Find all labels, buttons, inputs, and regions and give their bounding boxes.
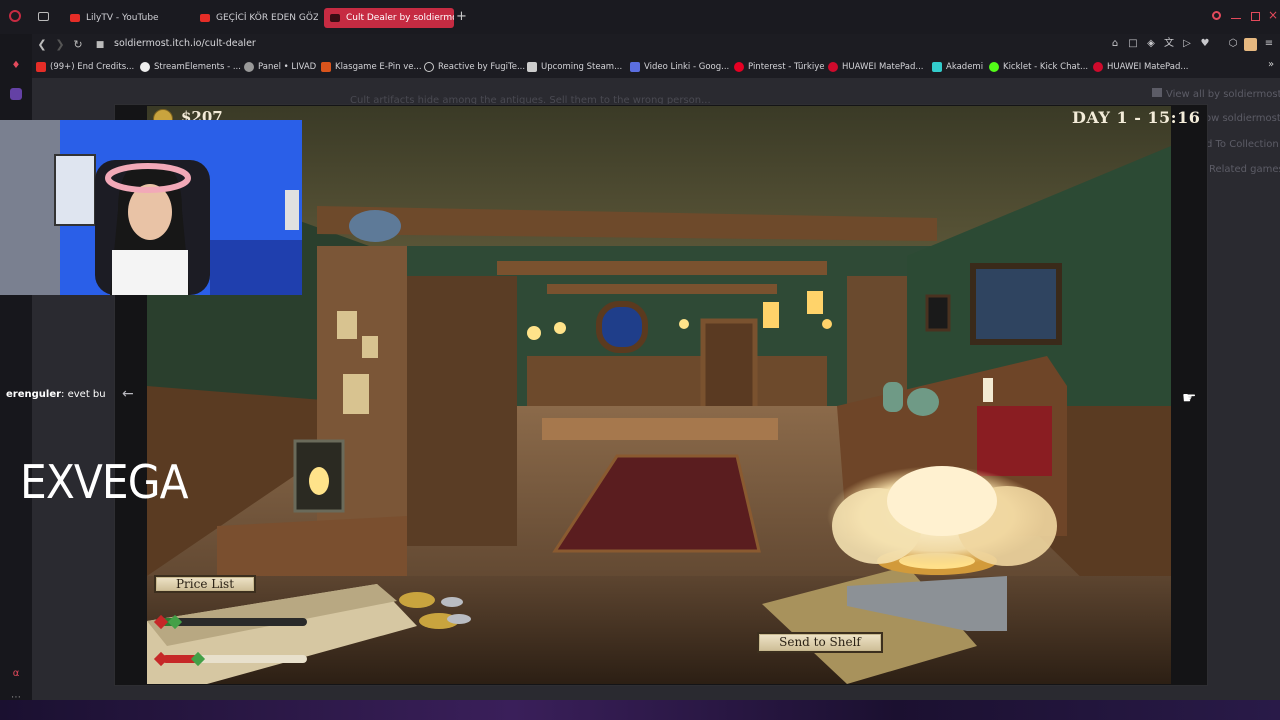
bookmark-reactive[interactable]: Reactive by FugiTe... bbox=[424, 59, 525, 75]
tab-youtube-video[interactable]: GEÇİCİ KÖR EDEN GÖZ DA bbox=[194, 8, 318, 28]
bookmark-pinterest[interactable]: Pinterest - Türkiye bbox=[734, 59, 824, 75]
huawei-icon bbox=[1093, 62, 1103, 72]
play-icon[interactable]: ▷ bbox=[1180, 37, 1194, 51]
bookmark-huawei-2[interactable]: HUAWEI MatePad... bbox=[1093, 59, 1189, 75]
bookmark-klasgame[interactable]: Klasgame E-Pin ve... bbox=[321, 59, 422, 75]
youtube-icon bbox=[70, 14, 80, 22]
bookmark-kicklet[interactable]: Kicklet - Kick Chat... bbox=[989, 59, 1088, 75]
youtube-icon bbox=[36, 62, 46, 72]
bookmark-end-credits[interactable]: (99+) End Credits... bbox=[36, 59, 134, 75]
url-field[interactable]: soldiermost.itch.io/cult-dealer bbox=[114, 38, 256, 49]
pinterest-icon bbox=[734, 62, 744, 72]
akademi-icon bbox=[932, 62, 942, 72]
follow-link[interactable]: ow soldiermost bbox=[1205, 113, 1280, 124]
bookmark-upcoming-steam[interactable]: Upcoming Steam... bbox=[527, 59, 622, 75]
twitch-icon[interactable] bbox=[10, 88, 22, 100]
forward-button[interactable]: ❯ bbox=[52, 37, 68, 53]
messenger-icon[interactable]: ♦ bbox=[8, 58, 24, 74]
kicklet-icon bbox=[989, 62, 999, 72]
opera-logo-icon[interactable] bbox=[9, 10, 21, 22]
tab-cult-dealer[interactable]: Cult Dealer by soldiermost bbox=[324, 8, 454, 28]
tab-youtube-lilytv[interactable]: LilyTV - YouTube bbox=[64, 8, 192, 28]
minimize-button[interactable] bbox=[1231, 18, 1241, 19]
bookmark-huawei-1[interactable]: HUAWEI MatePad... bbox=[828, 59, 924, 75]
menu-icon[interactable]: ≡ bbox=[1262, 37, 1276, 51]
new-tab-button[interactable]: + bbox=[456, 9, 467, 24]
lock-icon: ■ bbox=[95, 40, 105, 50]
snapshot-icon[interactable]: ⌂ bbox=[1108, 37, 1122, 51]
chat-message: erenguler: evet bu bbox=[6, 389, 106, 400]
shield-icon[interactable]: ◈ bbox=[1144, 37, 1158, 51]
bookmark-icon[interactable]: □ bbox=[1126, 37, 1140, 51]
price-list-button[interactable]: Price List bbox=[154, 575, 256, 593]
chat-text: : evet bu bbox=[61, 389, 106, 400]
heart-icon[interactable]: ♥ bbox=[1198, 37, 1212, 51]
steam-icon bbox=[527, 62, 537, 72]
streamelements-icon bbox=[140, 62, 150, 72]
translate-icon[interactable]: 文 bbox=[1162, 37, 1176, 51]
maximize-button[interactable] bbox=[1251, 12, 1260, 21]
klasgame-icon bbox=[321, 62, 331, 72]
docs-icon bbox=[630, 62, 640, 72]
more-sidebar-icon[interactable]: α bbox=[8, 666, 24, 682]
bookmark-streamelements[interactable]: StreamElements - ... bbox=[140, 59, 241, 75]
webcam-overlay bbox=[0, 120, 302, 295]
close-window-button[interactable]: × bbox=[1268, 8, 1278, 22]
view-all-link[interactable]: View all by soldiermost bbox=[1152, 88, 1280, 100]
mouse-cursor-icon: ☛ bbox=[1182, 388, 1197, 407]
chat-username: erenguler bbox=[6, 389, 62, 400]
exvega-logo: EXVEGA bbox=[20, 455, 189, 509]
day-time-display: DAY 1 - 15:16 bbox=[1072, 108, 1201, 127]
bookmarks-bar: (99+) End Credits... StreamElements - ..… bbox=[32, 56, 1280, 79]
bottom-ambient-strip bbox=[0, 700, 1280, 720]
youtube-icon bbox=[200, 14, 210, 22]
back-button[interactable]: ❮ bbox=[34, 37, 50, 53]
huawei-icon bbox=[828, 62, 838, 72]
reactive-icon bbox=[424, 62, 434, 72]
bookmarks-overflow-icon[interactable]: » bbox=[1268, 59, 1274, 70]
bookmark-livad[interactable]: Panel • LIVAD bbox=[244, 59, 316, 75]
webcam-feed bbox=[0, 120, 302, 295]
status-bar-track-1 bbox=[162, 618, 307, 626]
arrow-left-icon[interactable]: ← bbox=[122, 386, 134, 402]
extensions-icon[interactable]: ⬡ bbox=[1226, 37, 1240, 51]
tab-bar: LilyTV - YouTube GEÇİCİ KÖR EDEN GÖZ DA … bbox=[0, 0, 1280, 34]
bookmark-video-linki[interactable]: Video Linki - Goog... bbox=[630, 59, 729, 75]
related-games-link[interactable]: Related games bbox=[1209, 164, 1280, 175]
tab-island-icon[interactable] bbox=[38, 12, 49, 21]
itch-icon bbox=[330, 14, 340, 22]
itch-icon bbox=[1152, 88, 1162, 97]
bookmark-akademi[interactable]: Akademi bbox=[932, 59, 983, 75]
address-bar: ❮ ❯ ↻ ■ soldiermost.itch.io/cult-dealer … bbox=[32, 34, 1280, 56]
livad-icon bbox=[244, 62, 254, 72]
search-tabs-icon[interactable] bbox=[1212, 11, 1221, 20]
profile-avatar[interactable] bbox=[1244, 38, 1257, 51]
add-to-collection-link[interactable]: d To Collection bbox=[1206, 139, 1279, 150]
reload-button[interactable]: ↻ bbox=[70, 37, 86, 53]
send-to-shelf-button[interactable]: Send to Shelf bbox=[757, 632, 883, 653]
